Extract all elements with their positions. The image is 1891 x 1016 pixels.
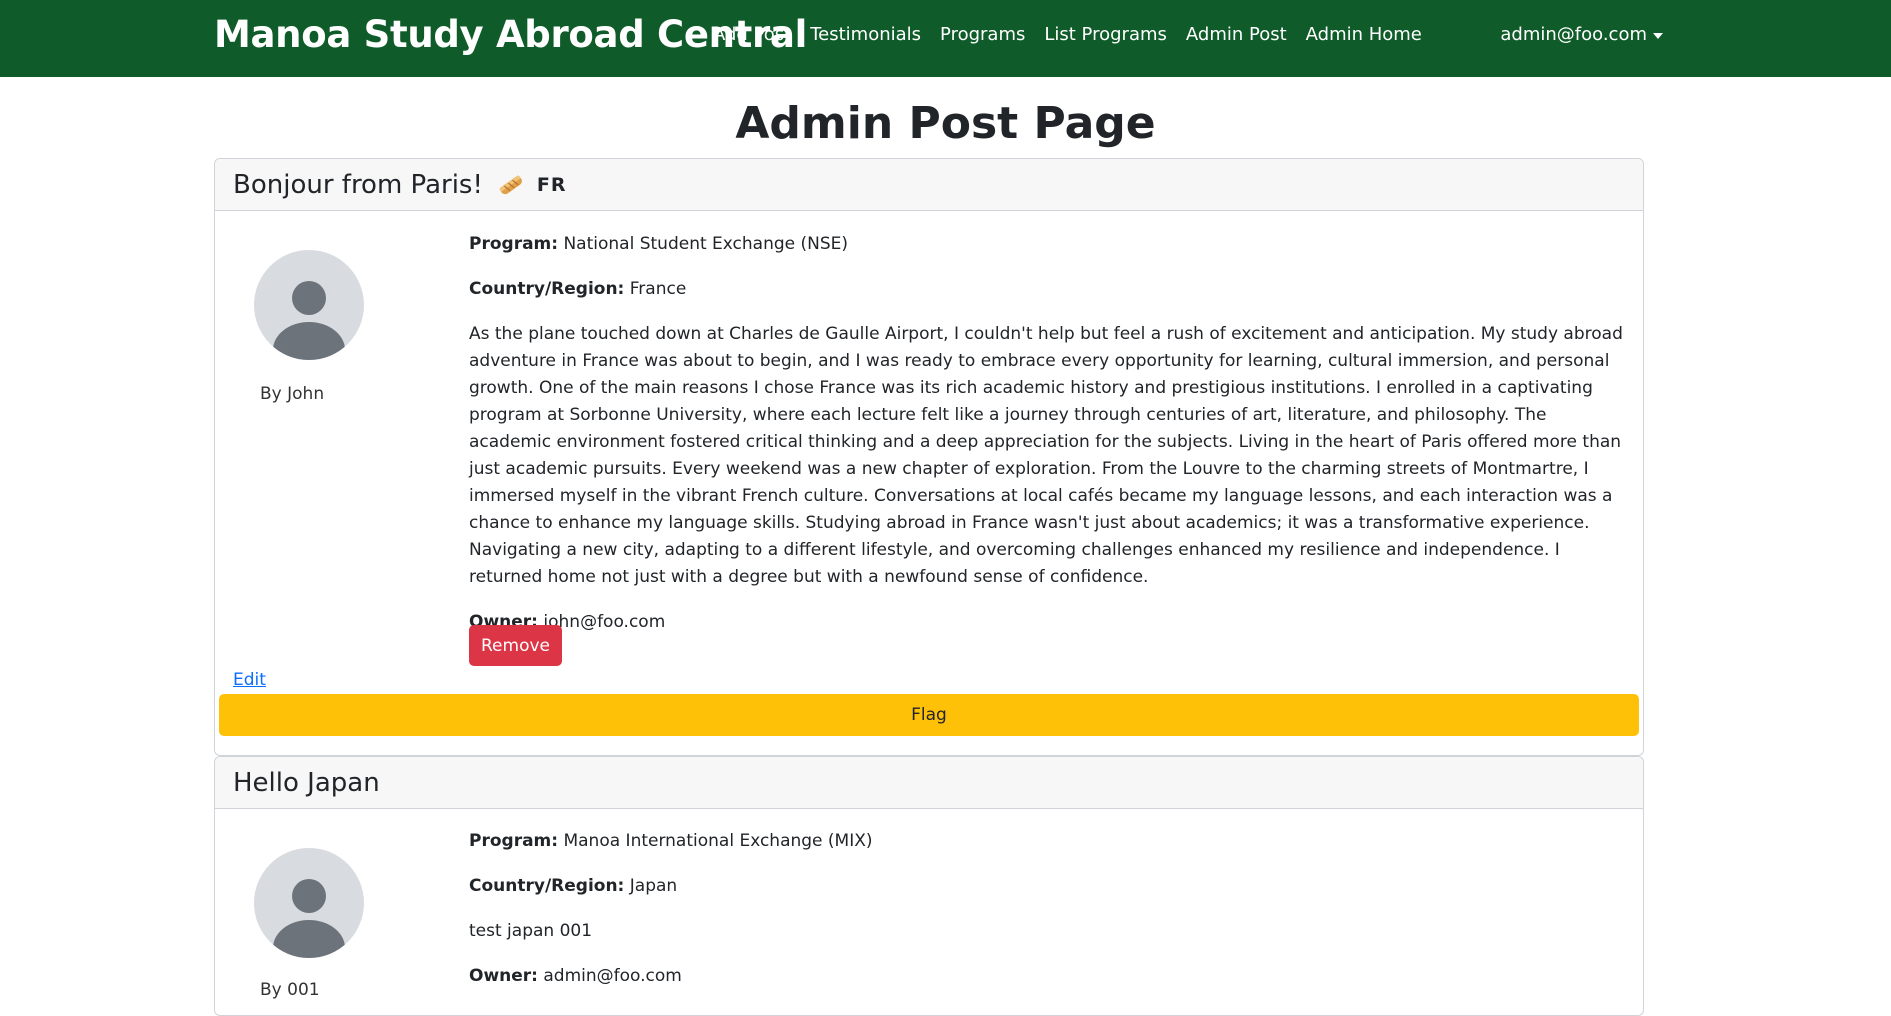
flag-button[interactable]: Flag [219,694,1639,736]
program-label: Program: [469,831,559,851]
user-dropdown[interactable]: admin@foo.com [1500,24,1663,45]
user-icon [273,879,345,958]
post-card-header: Hello Japan [215,757,1643,809]
edit-link[interactable]: Edit [233,670,266,690]
user-email: admin@foo.com [1500,24,1647,45]
post-card: Bonjour from Paris! FR By John Program: … [214,158,1644,756]
nav-admin-home[interactable]: Admin Home [1306,24,1422,45]
bread-icon [497,175,525,195]
post-card: Hello Japan By 001 Program: Manoa Intern… [214,756,1644,1016]
user-icon [273,281,345,360]
country-code: FR [536,173,567,196]
program-value: National Student Exchange (NSE) [563,234,849,254]
post-content: Program: Manoa International Exchange (M… [469,828,1629,990]
country-field: Country/Region: Japan [469,873,1629,900]
owner-label: Owner: [469,966,538,986]
post-content: Program: National Student Exchange (NSE)… [469,231,1629,636]
remove-button[interactable]: Remove [469,625,562,666]
owner-field: Owner: admin@foo.com [469,963,1629,990]
post-author: By 001 [260,980,320,1000]
program-field: Program: Manoa International Exchange (M… [469,828,1629,855]
post-card-header: Bonjour from Paris! FR [215,159,1643,211]
post-body: As the plane touched down at Charles de … [469,324,1623,587]
chevron-down-icon [1653,32,1663,39]
avatar [254,848,364,958]
country-label: Country/Region: [469,876,625,896]
program-label: Program: [469,234,559,254]
nav-links: Add Post Testimonials Programs List Prog… [713,24,1422,45]
nav-add-post[interactable]: Add Post [713,24,791,45]
page-title: Admin Post Page [735,98,1156,149]
owner-field: Owner: john@foo.com [469,609,1629,636]
country-value: France [629,279,687,299]
owner-value: admin@foo.com [543,966,682,986]
country-label: Country/Region: [469,279,625,299]
country-value: Japan [629,876,678,896]
nav-admin-post[interactable]: Admin Post [1186,24,1287,45]
nav-programs[interactable]: Programs [940,24,1025,45]
post-author: By John [260,384,325,404]
country-field: Country/Region: France [469,276,1629,303]
post-title: Hello Japan [233,767,380,798]
program-value: Manoa International Exchange (MIX) [563,831,873,851]
post-title: Bonjour from Paris! [233,169,483,200]
program-field: Program: National Student Exchange (NSE) [469,231,1629,258]
nav-list-programs[interactable]: List Programs [1044,24,1167,45]
nav-testimonials[interactable]: Testimonials [810,24,921,45]
top-navbar: Manoa Study Abroad Central Add Post Test… [0,0,1891,77]
post-body: test japan 001 [469,921,593,941]
avatar [254,250,364,360]
